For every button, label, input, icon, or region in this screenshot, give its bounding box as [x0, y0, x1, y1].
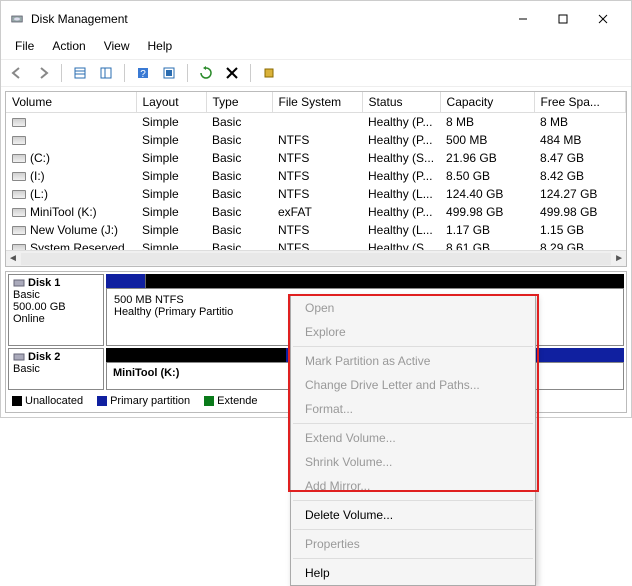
settings-icon[interactable]: [159, 63, 179, 83]
drive-icon: [12, 208, 26, 217]
legend-extended-swatch: [204, 396, 214, 406]
disk2-info[interactable]: Disk 2 Basic: [8, 348, 104, 390]
disk2-name: Disk 2: [28, 351, 60, 363]
menu-item-help[interactable]: Help: [291, 561, 535, 585]
column-header[interactable]: Status: [362, 92, 440, 113]
list-view-icon[interactable]: [70, 63, 90, 83]
drive-icon: [12, 190, 26, 199]
column-header[interactable]: Layout: [136, 92, 206, 113]
partition-context-menu: OpenExplore Mark Partition as ActiveChang…: [290, 295, 536, 586]
maximize-button[interactable]: [543, 7, 583, 31]
window-title: Disk Management: [31, 12, 503, 26]
column-header[interactable]: Volume: [6, 92, 136, 113]
minimize-button[interactable]: [503, 7, 543, 31]
table-row[interactable]: SimpleBasicNTFSHealthy (P...500 MB484 MB: [6, 131, 626, 149]
disk1-partition-selected[interactable]: 500 MB NTFS Healthy (Primary Partitio: [107, 289, 277, 345]
svg-text:?: ?: [140, 69, 146, 80]
table-row[interactable]: New Volume (J:)SimpleBasicNTFSHealthy (L…: [6, 221, 626, 239]
disk1-status: Online: [13, 313, 99, 325]
scroll-right-icon[interactable]: ►: [614, 253, 624, 264]
column-header[interactable]: Capacity: [440, 92, 534, 113]
toolbar: ?: [1, 59, 631, 87]
properties-icon[interactable]: [259, 63, 279, 83]
help-icon[interactable]: ?: [133, 63, 153, 83]
menu-item-change-drive-letter-and-paths: Change Drive Letter and Paths...: [291, 373, 535, 397]
forward-button[interactable]: [33, 63, 53, 83]
table-row[interactable]: (I:)SimpleBasicNTFSHealthy (P...8.50 GB8…: [6, 167, 626, 185]
menu-item-shrink-volume: Shrink Volume...: [291, 450, 535, 474]
menu-item-add-mirror: Add Mirror...: [291, 474, 535, 498]
legend-unallocated-label: Unallocated: [25, 395, 83, 407]
menu-item-explore: Explore: [291, 320, 535, 344]
disk1-size: 500.00 GB: [13, 301, 99, 313]
menu-item-delete-volume[interactable]: Delete Volume...: [291, 503, 535, 527]
menu-help[interactable]: Help: [140, 35, 181, 57]
partition-status-label: Healthy (Primary Partitio: [114, 306, 270, 318]
detail-view-icon[interactable]: [96, 63, 116, 83]
legend-primary-label: Primary partition: [110, 395, 190, 407]
disk1-info[interactable]: Disk 1 Basic 500.00 GB Online: [8, 274, 104, 346]
drive-icon: [12, 226, 26, 235]
menu-item-format: Format...: [291, 397, 535, 421]
app-icon: [9, 11, 25, 27]
disk1-name: Disk 1: [28, 277, 60, 289]
disk1-type: Basic: [13, 289, 99, 301]
table-row[interactable]: (C:)SimpleBasicNTFSHealthy (S...21.96 GB…: [6, 149, 626, 167]
column-header[interactable]: Type: [206, 92, 272, 113]
menu-item-properties: Properties: [291, 532, 535, 556]
refresh-icon[interactable]: [196, 63, 216, 83]
menu-item-mark-partition-as-active: Mark Partition as Active: [291, 349, 535, 373]
menubar: FileActionViewHelp: [1, 33, 631, 59]
legend-extended-label: Extende: [217, 395, 257, 407]
scroll-left-icon[interactable]: ◄: [8, 253, 18, 264]
menu-action[interactable]: Action: [44, 35, 93, 57]
titlebar: Disk Management: [1, 1, 631, 33]
close-button[interactable]: [583, 7, 623, 31]
drive-icon: [12, 118, 26, 127]
column-header[interactable]: File System: [272, 92, 362, 113]
legend-primary-swatch: [97, 396, 107, 406]
table-row[interactable]: MiniTool (K:)SimpleBasicexFATHealthy (P.…: [6, 203, 626, 221]
volume-list[interactable]: VolumeLayoutTypeFile SystemStatusCapacit…: [5, 91, 627, 267]
drive-icon: [12, 172, 26, 181]
column-header[interactable]: Free Spa...: [534, 92, 625, 113]
back-button[interactable]: [7, 63, 27, 83]
table-row[interactable]: (L:)SimpleBasicNTFSHealthy (L...124.40 G…: [6, 185, 626, 203]
menu-item-extend-volume: Extend Volume...: [291, 426, 535, 450]
menu-item-open: Open: [291, 296, 535, 320]
horizontal-scrollbar[interactable]: ◄ ►: [6, 250, 626, 266]
partition-size-label: 500 MB NTFS: [114, 294, 270, 306]
drive-icon: [12, 136, 26, 145]
delete-icon[interactable]: [222, 63, 242, 83]
drive-icon: [12, 154, 26, 163]
legend-unallocated-swatch: [12, 396, 22, 406]
table-row[interactable]: SimpleBasicHealthy (P...8 MB8 MB: [6, 113, 626, 132]
disk2-type: Basic: [13, 363, 99, 375]
menu-view[interactable]: View: [96, 35, 138, 57]
menu-file[interactable]: File: [7, 35, 42, 57]
